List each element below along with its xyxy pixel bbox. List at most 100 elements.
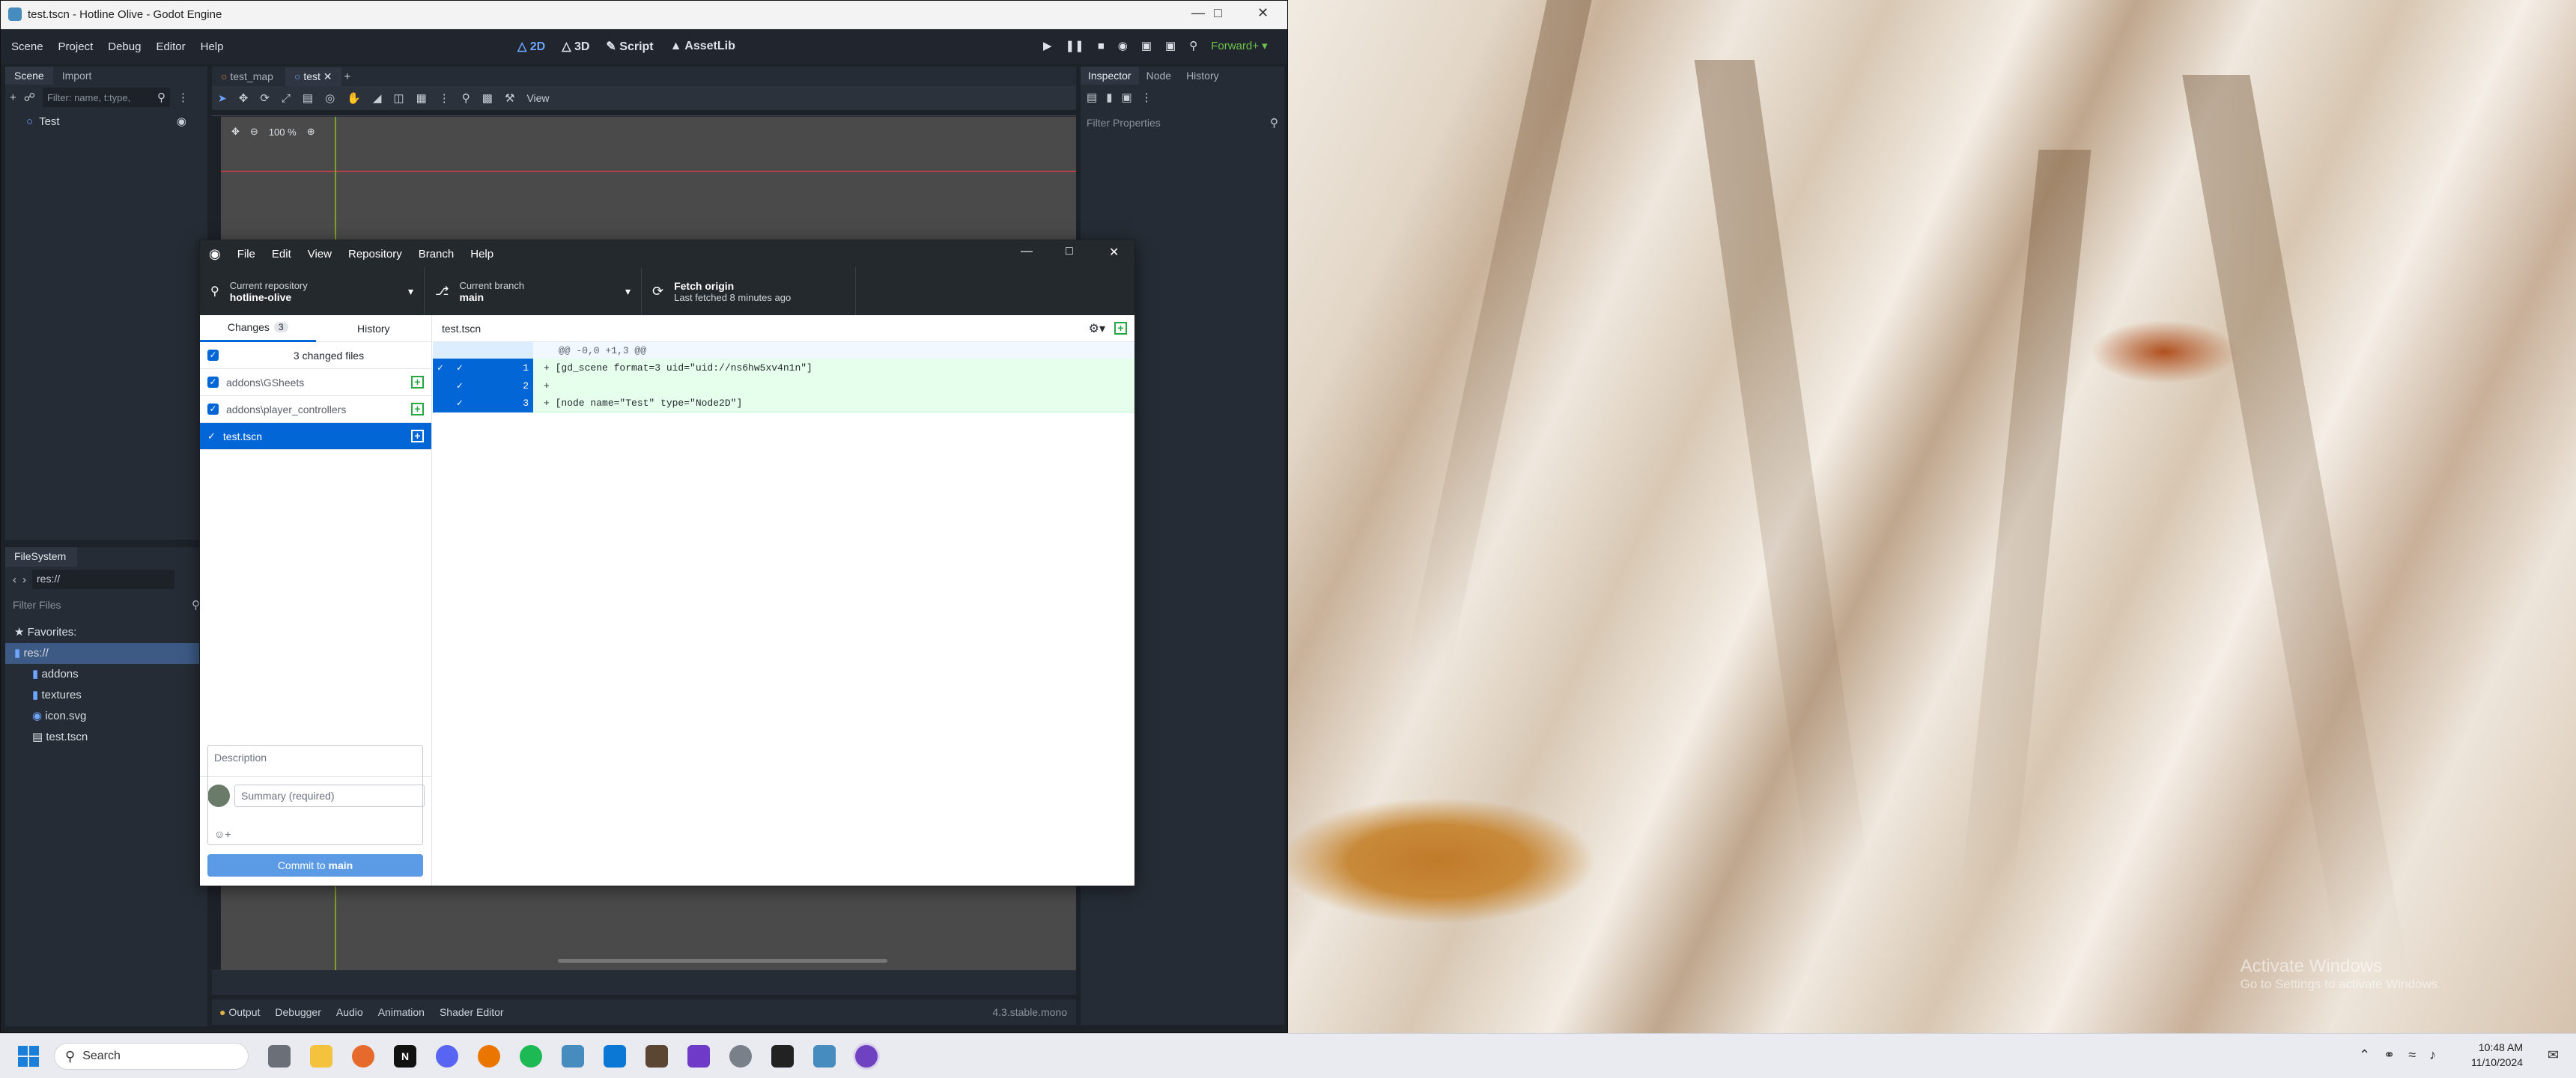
task-view-icon[interactable] <box>268 1045 291 1068</box>
tab-scene[interactable]: Scene <box>5 67 53 85</box>
grid-icon[interactable]: ▦ <box>416 91 427 105</box>
link-icon[interactable]: ☍ <box>24 91 35 104</box>
notion-icon[interactable]: N <box>394 1045 416 1068</box>
open-folder-icon[interactable]: ▮ <box>1106 91 1112 104</box>
maximize-icon[interactable]: □ <box>1214 5 1222 21</box>
file-checkbox[interactable]: ✓ <box>207 377 219 388</box>
file-checkbox[interactable]: ✓ <box>207 404 219 415</box>
stop-icon[interactable]: ■ <box>1098 40 1105 52</box>
scale-tool-icon[interactable]: ⤢ <box>282 92 291 105</box>
bone-icon[interactable]: ⚒ <box>505 91 514 105</box>
renderer-select[interactable]: Forward+ ▾ <box>1211 39 1267 52</box>
spotify-icon[interactable] <box>520 1045 542 1068</box>
tab-animation[interactable]: Animation <box>378 1006 425 1018</box>
save-icon[interactable]: ▣ <box>1121 91 1131 104</box>
blender-icon[interactable] <box>478 1045 500 1068</box>
doc-tab-test[interactable]: ○ test ✕ <box>285 67 341 86</box>
file-checkbox[interactable]: ✓ <box>207 430 216 442</box>
current-repository-button[interactable]: ⚲ Current repository hotline-olive ▾ <box>200 267 425 315</box>
vscode-icon[interactable] <box>604 1045 626 1068</box>
menu-editor[interactable]: Editor <box>156 40 185 53</box>
description-input[interactable]: Description ☺+ <box>207 745 423 845</box>
workspace-3d[interactable]: △ 3D <box>562 39 589 54</box>
more-icon[interactable]: ⋮ <box>1141 91 1152 104</box>
workspace-assetlib[interactable]: ▲ AssetLib <box>670 40 735 53</box>
menu-debug[interactable]: Debug <box>108 40 141 53</box>
pause-icon[interactable]: ❚❚ <box>1066 39 1084 52</box>
select-all-checkbox[interactable]: ✓ <box>207 350 219 361</box>
horizontal-scrollbar[interactable] <box>558 959 887 963</box>
more-icon[interactable]: ⋮ <box>439 91 450 105</box>
gh-menu-branch[interactable]: Branch <box>419 248 455 261</box>
fs-root[interactable]: ▮ res:// <box>5 643 207 664</box>
maximize-icon[interactable]: □ <box>1066 245 1073 258</box>
list-tool-icon[interactable]: ▤ <box>303 91 313 105</box>
wifi-icon[interactable]: ≈ <box>2408 1047 2416 1063</box>
filter-properties-input[interactable]: Filter Properties <box>1087 117 1161 129</box>
current-branch-button[interactable]: ⎇ Current branch main ▾ <box>425 267 642 315</box>
file-explorer-icon[interactable] <box>310 1045 332 1068</box>
fs-folder-textures[interactable]: ▮ textures <box>14 685 198 706</box>
gh-menu-file[interactable]: File <box>237 248 255 261</box>
fs-favorites[interactable]: ★ Favorites: <box>14 622 198 643</box>
tab-node[interactable]: Node <box>1139 67 1179 85</box>
github-desktop-icon[interactable] <box>855 1045 878 1068</box>
zoom-out-icon[interactable]: ⊖ <box>250 126 258 138</box>
tab-shader-editor[interactable]: Shader Editor <box>440 1006 504 1018</box>
godot-mono-icon[interactable] <box>813 1045 836 1068</box>
add-coauthor-icon[interactable]: ☺+ <box>214 828 231 840</box>
fs-path-input[interactable]: res:// <box>32 570 174 589</box>
play-scene-icon[interactable]: ▣ <box>1141 39 1152 52</box>
menu-scene[interactable]: Scene <box>11 40 43 53</box>
tab-audio[interactable]: Audio <box>336 1006 363 1018</box>
workspace-script[interactable]: ✎ Script <box>606 39 653 54</box>
pivot-tool-icon[interactable]: ◎ <box>325 91 335 105</box>
file-row[interactable]: ✓ addons\player_controllers + <box>200 396 431 423</box>
movie-maker-icon[interactable]: ⚲ <box>1189 39 1197 52</box>
file-row[interactable]: ✓ addons\GSheets + <box>200 369 431 396</box>
play-custom-icon[interactable]: ▣ <box>1165 39 1176 52</box>
tab-debugger[interactable]: Debugger <box>275 1006 321 1018</box>
diff-line[interactable]: ✓✓2 + <box>433 377 1134 395</box>
terminal-icon[interactable] <box>771 1045 794 1068</box>
menu-help[interactable]: Help <box>201 40 224 53</box>
settings-icon[interactable] <box>729 1045 752 1068</box>
taskbar-search[interactable]: ⚲ Search <box>54 1043 249 1070</box>
discord-icon[interactable] <box>436 1045 458 1068</box>
scene-filter-input[interactable]: Filter: name, t:type, <box>47 92 130 103</box>
diff-settings-icon[interactable]: ⚙▾ <box>1089 321 1105 336</box>
select-tool-icon[interactable]: ➤ <box>218 92 227 105</box>
gh-menu-view[interactable]: View <box>308 248 332 261</box>
app-q-icon[interactable] <box>687 1045 710 1068</box>
scene-tree-root[interactable]: Test <box>39 115 60 128</box>
firefox-icon[interactable] <box>352 1045 374 1068</box>
close-icon[interactable]: ✕ <box>1109 245 1119 260</box>
rotate-tool-icon[interactable]: ⟳ <box>260 91 270 105</box>
pan-tool-icon[interactable]: ✋ <box>347 91 361 105</box>
fs-file-test-tscn[interactable]: ▤ test.tscn <box>14 727 198 748</box>
tab-changes[interactable]: Changes 3 <box>200 315 316 342</box>
tab-output[interactable]: ● Output <box>219 1006 260 1018</box>
view-menu[interactable]: View <box>526 92 549 104</box>
workspace-2d[interactable]: △ 2D <box>517 39 545 54</box>
microphone-icon[interactable]: ⚭ <box>2384 1047 2395 1063</box>
gh-menu-help[interactable]: Help <box>470 248 493 261</box>
zoom-in-icon[interactable]: ⊕ <box>307 126 315 138</box>
tab-import[interactable]: Import <box>53 67 101 85</box>
tab-history[interactable]: History <box>1179 67 1227 85</box>
godot-icon[interactable] <box>562 1045 584 1068</box>
play-icon[interactable]: ▶ <box>1043 39 1052 52</box>
volume-icon[interactable]: ♪ <box>2429 1047 2436 1063</box>
zoom-level[interactable]: 100 % <box>269 127 297 138</box>
clock[interactable]: 10:48 AM 11/10/2024 <box>2471 1040 2523 1070</box>
gh-menu-edit[interactable]: Edit <box>272 248 291 261</box>
shield-app-icon[interactable] <box>645 1045 668 1068</box>
chevron-up-icon[interactable]: ⌃ <box>2359 1047 2370 1063</box>
fs-folder-addons[interactable]: ▮ addons <box>14 664 198 685</box>
group-icon[interactable]: ▩ <box>482 91 493 105</box>
center-view-icon[interactable]: ✥ <box>231 126 240 138</box>
commit-button[interactable]: Commit to main <box>207 854 423 877</box>
more-icon[interactable]: ⋮ <box>177 91 189 104</box>
ruler-tool-icon[interactable]: ◢ <box>373 91 382 105</box>
forward-icon[interactable]: › <box>22 573 26 586</box>
